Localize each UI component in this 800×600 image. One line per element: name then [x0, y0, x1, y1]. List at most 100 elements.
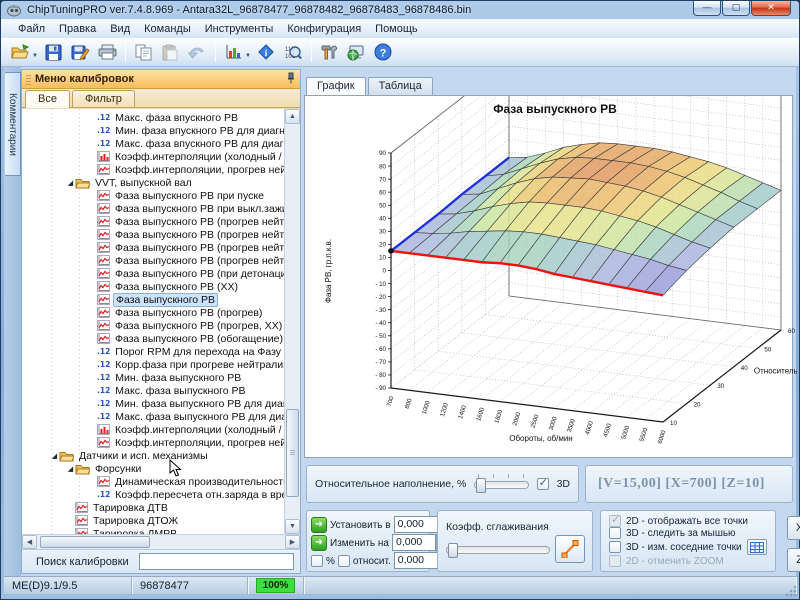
print-icon[interactable] — [94, 40, 121, 65]
axis-button-x[interactable]: X — [787, 516, 800, 540]
menu-1[interactable]: Правка — [52, 21, 103, 37]
menu-3[interactable]: Команды — [137, 21, 198, 37]
set-value[interactable]: 0,000 — [394, 516, 438, 533]
interpolate-button[interactable] — [555, 535, 585, 563]
option-checkbox-1[interactable] — [609, 527, 621, 539]
tree-item[interactable]: Динамическая производительность — [22, 475, 284, 488]
tree-expand-icon[interactable]: ◢ — [66, 465, 75, 473]
menu-2[interactable]: Вид — [103, 21, 137, 37]
open-dropdown-arrow[interactable]: ▼ — [32, 53, 38, 59]
save-as-icon[interactable] — [67, 40, 94, 65]
copy-icon[interactable] — [130, 40, 157, 65]
slider-track[interactable] — [446, 546, 550, 554]
tools-icon[interactable] — [316, 40, 343, 65]
svg-text:0: 0 — [383, 268, 387, 275]
tree-item[interactable]: .12Коэфф.пересчета отн.заряда в время вп… — [22, 488, 284, 501]
scroll-up-button[interactable]: ▲ — [285, 109, 300, 124]
tree-item[interactable]: Фаза выпускного РВ при выкл.зажигания — [22, 202, 284, 215]
tree-item[interactable]: .12Макс. фаза впускного РВ для диагности… — [22, 137, 284, 150]
comments-side-tab[interactable]: Комментарии — [5, 72, 21, 176]
tree-item[interactable]: .12Макс. фаза выпускного РВ — [22, 384, 284, 397]
tree-item[interactable]: Фаза выпускного РВ (обогащение) — [22, 332, 284, 345]
scroll-left-button[interactable]: ◀ — [22, 535, 37, 549]
tree-item[interactable]: Коэфф.интерполяции, прогрев нейтр. (холо… — [22, 163, 284, 176]
web-icon[interactable] — [343, 40, 370, 65]
tree-item[interactable]: .12Порог RPM для перехода на Фазу для ре… — [22, 345, 284, 358]
tree-expand-icon[interactable]: ◢ — [66, 179, 75, 187]
scrollbar-thumb[interactable] — [286, 409, 299, 497]
hscrollbar-thumb[interactable] — [40, 536, 150, 548]
tree-item[interactable]: .12Мин. фаза выпускного РВ — [22, 371, 284, 384]
slider-handle[interactable] — [448, 543, 458, 558]
close-button[interactable]: ✕ — [751, 1, 791, 16]
tree-item[interactable]: Коэфф.интерполяции (холодный / горячий ) — [22, 423, 284, 436]
tree-folder[interactable]: ◢Датчики и исп. механизмы — [22, 449, 284, 462]
tree-item[interactable]: Фаза выпускного РВ (прогрев) — [22, 306, 284, 319]
grid-points-icon[interactable] — [747, 539, 767, 555]
tree-item[interactable]: Фаза выпускного РВ — [22, 293, 284, 306]
smoothing-slider[interactable] — [446, 539, 550, 559]
calibration-search-input[interactable] — [139, 553, 294, 570]
calib-tab-1[interactable]: Фильтр — [72, 90, 135, 107]
tree-item[interactable]: Фаза выпускного РВ (прогрев, ХХ) — [22, 319, 284, 332]
tree-expand-icon[interactable]: ◢ — [50, 452, 59, 460]
calib-tab-0[interactable]: Все — [25, 90, 70, 108]
tree-item[interactable]: Коэфф.интерполяции (холодный / горячий ) — [22, 150, 284, 163]
chart-icon[interactable] — [220, 40, 247, 65]
tree-item[interactable]: .12Макс. фаза впускного РВ — [22, 111, 284, 124]
menu-5[interactable]: Конфигурация — [280, 21, 368, 37]
tree-vertical-scrollbar[interactable]: ▲ ▼ — [284, 109, 300, 534]
info-icon[interactable]: i — [253, 40, 280, 65]
resize-grip[interactable] — [784, 584, 798, 598]
menu-6[interactable]: Помощь — [368, 21, 425, 37]
percent-checkbox[interactable] — [311, 555, 323, 567]
scroll-right-button[interactable]: ▶ — [285, 535, 300, 549]
tree-item[interactable]: Тарировка ДТОЖ — [22, 514, 284, 527]
chart-tab-график[interactable]: График — [306, 77, 366, 96]
scalar-value-icon: .12 — [97, 139, 110, 148]
option-checkbox-2[interactable] — [609, 541, 621, 553]
axis-button-z[interactable]: Z — [787, 548, 800, 572]
tree-item[interactable]: Тарировка ДМРВ — [22, 527, 284, 534]
relative-value[interactable]: 0,000 — [394, 552, 438, 569]
paste-icon[interactable] — [157, 40, 184, 65]
verify-icon[interactable]: 110101 — [280, 40, 307, 65]
tree-item[interactable]: Фаза выпускного РВ (прогрев нейтрал., ХХ… — [22, 254, 284, 267]
tree-item[interactable]: Фаза выпускного РВ (прогрев нейтрал., хо… — [22, 228, 284, 241]
tree-item[interactable]: Фаза выпускного РВ (при детонации) — [22, 267, 284, 280]
3d-checkbox[interactable] — [537, 478, 549, 490]
pin-icon[interactable] — [286, 72, 296, 87]
chart-area[interactable]: - 90- 80- 70- 60- 50- 40- 30- 20- 100102… — [304, 95, 793, 458]
tree-item[interactable]: .12Макс. фаза выпускного РВ для диагност… — [22, 410, 284, 423]
chart-dropdown-arrow[interactable]: ▼ — [245, 53, 251, 59]
relative-checkbox[interactable] — [338, 555, 350, 567]
help-icon[interactable]: ? — [370, 40, 397, 65]
fill-slider[interactable] — [474, 474, 528, 494]
undo-icon[interactable] — [184, 40, 211, 65]
tree-folder[interactable]: ◢Форсунки — [22, 462, 284, 475]
apply-set-button[interactable]: ➜ — [311, 517, 327, 533]
save-icon[interactable] — [40, 40, 67, 65]
change-value[interactable]: 0,000 — [392, 534, 436, 551]
scroll-down-button[interactable]: ▼ — [285, 519, 300, 534]
apply-change-button[interactable]: ➜ — [311, 535, 327, 551]
tree-item[interactable]: Фаза выпускного РВ (прогрев нейтрализато… — [22, 215, 284, 228]
chart-tab-таблица[interactable]: Таблица — [368, 77, 433, 95]
tree-item[interactable]: Фаза выпускного РВ (ХХ) — [22, 280, 284, 293]
menu-4[interactable]: Инструменты — [198, 21, 281, 37]
maximize-button[interactable]: ▢ — [722, 1, 750, 16]
tree-item[interactable]: Фаза выпускного РВ при пуске — [22, 189, 284, 202]
tree-item[interactable]: .12Мин. фаза выпускного РВ для диагности… — [22, 397, 284, 410]
minimize-button[interactable]: — — [693, 1, 721, 16]
tree-horizontal-scrollbar[interactable]: ◀ ▶ — [22, 534, 300, 549]
tree-item[interactable]: .12Мин. фаза впускного РВ для диагностик… — [22, 124, 284, 137]
tree-item[interactable]: Тарировка ДТВ — [22, 501, 284, 514]
tree-folder[interactable]: ◢VVT, выпускной вал — [22, 176, 284, 189]
slider-handle[interactable] — [476, 478, 486, 493]
tree-item[interactable]: Фаза выпускного РВ (прогрев нейтрал., ХХ… — [22, 241, 284, 254]
tree-item[interactable]: Коэфф.интерполяции, прогрев нейтр. (холо… — [22, 436, 284, 449]
title-bar[interactable]: ChipTuningPRO ver.7.4.8.969 - Antara32L_… — [1, 1, 799, 19]
menu-0[interactable]: Файл — [11, 21, 52, 37]
tree-item[interactable]: .12Корр.фаза при прогреве нейтрализатора — [22, 358, 284, 371]
open-icon[interactable] — [7, 40, 34, 65]
